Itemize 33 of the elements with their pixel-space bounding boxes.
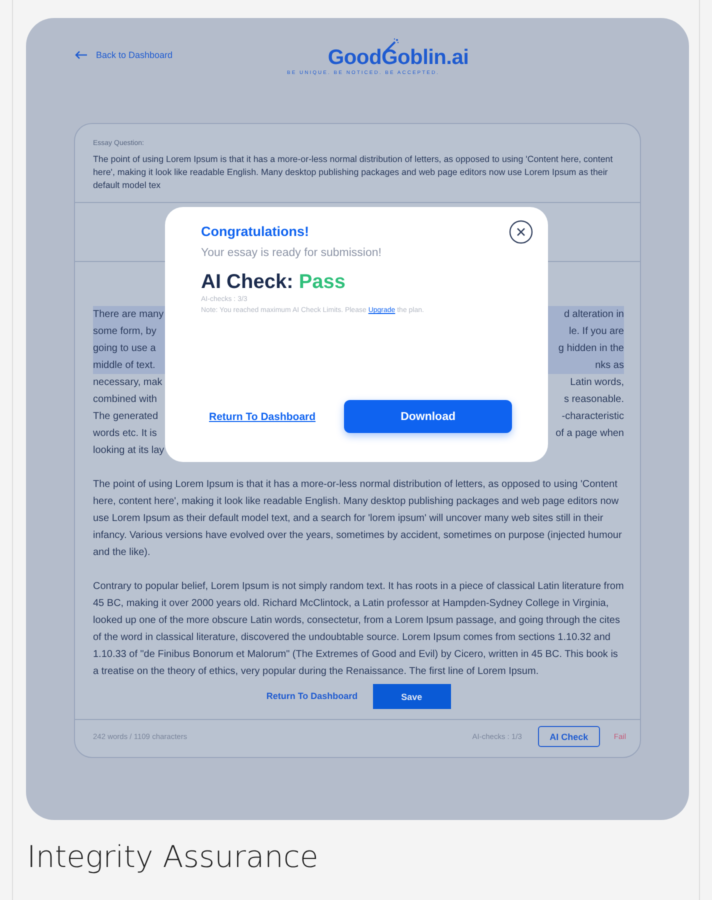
text-fragment: going to use a [93,342,156,356]
modal-subtitle: Your essay is ready for submission! [201,247,382,259]
text-fragment: le. If you are [568,325,624,339]
text-fragment: looking at its lay [93,444,164,458]
text-fragment: some form, by [93,325,156,339]
download-button[interactable]: Download [344,400,512,433]
ai-check-heading: AI Check: Pass [201,271,347,294]
save-button[interactable]: Save [372,684,451,709]
back-link[interactable]: Back to Dashboard [74,50,287,60]
text-fragment: combined with [93,393,157,407]
text-fragment: There are many [93,308,164,322]
caption: Integrity Assurance [27,840,320,875]
modal-title: Congratulations! [201,224,310,239]
return-link[interactable]: Return To Dashboard [209,410,344,422]
text-fragment: g hidden in the [558,342,624,356]
return-link[interactable]: Return To Dashboard [266,688,358,705]
question-text: The point of using Lorem Ipsum is that it has a more-or-less normal distribution of letters, as opposed to using 'Content here, content here', making it look like readable English. Many desktop publishing packages and web page editors now use Lorem Ipsum as their default model tex [93,153,614,192]
close-icon[interactable] [509,220,533,244]
text-fragment: -characteristic [562,410,624,424]
essay-paragraph: Contrary to popular belief, Lorem Ipsum is not simply random text. It has roots in a piece of classical Latin literature from 45 BC, making it over 2000 years old. Richard McClintock, a Latin professor at Hampden-Sydney College in Virginia, looked up one of the more obscure Latin words, consectetur, from a Lorem Ipsum passage, and going through the cites of the word in classical literature, discovered the undoubtable source. Lorem Ipsum comes from sections 1.10.32 and 1.10.33 of "de Finibus Bonorum et Malorum" (The Extremes of Good and Evil) by Cicero, written in 45 BC. This book is a treatise on the theory of ethics, very popular during the Renaissance. The first line of Lorem Ipsum. [93,580,624,679]
text-fragment: necessary, mak [93,376,162,390]
text-fragment: of a page when [556,427,624,441]
text-fragment: nks as [595,359,624,373]
arrow-left-icon [74,50,88,60]
text-fragment: d alteration in [564,308,624,322]
text-fragment: s reasonable. [564,393,624,407]
ai-check-button[interactable]: AI Check [538,726,600,747]
logo: GoodGoblin.ai [328,46,469,70]
text-fragment: Latin words, [570,376,624,390]
text-fragment: The generated [93,410,158,424]
essay-paragraph: The point of using Lorem Ipsum is that it has a more-or-less normal distribution of letters, as opposed to using 'Content here, content here', making it look like readable English. Many desktop publishing packages and web page editors now use Lorem Ipsum as their default model text, and a search for 'lorem ipsum' will uncover many web sites still in their infancy. Various versions have evolved over the years, sometimes by accident, sometimes on purpose (injected humour and the like). [93,478,623,560]
text-fragment: middle of text. [93,359,156,373]
text-fragment: words etc. It is [93,427,157,441]
